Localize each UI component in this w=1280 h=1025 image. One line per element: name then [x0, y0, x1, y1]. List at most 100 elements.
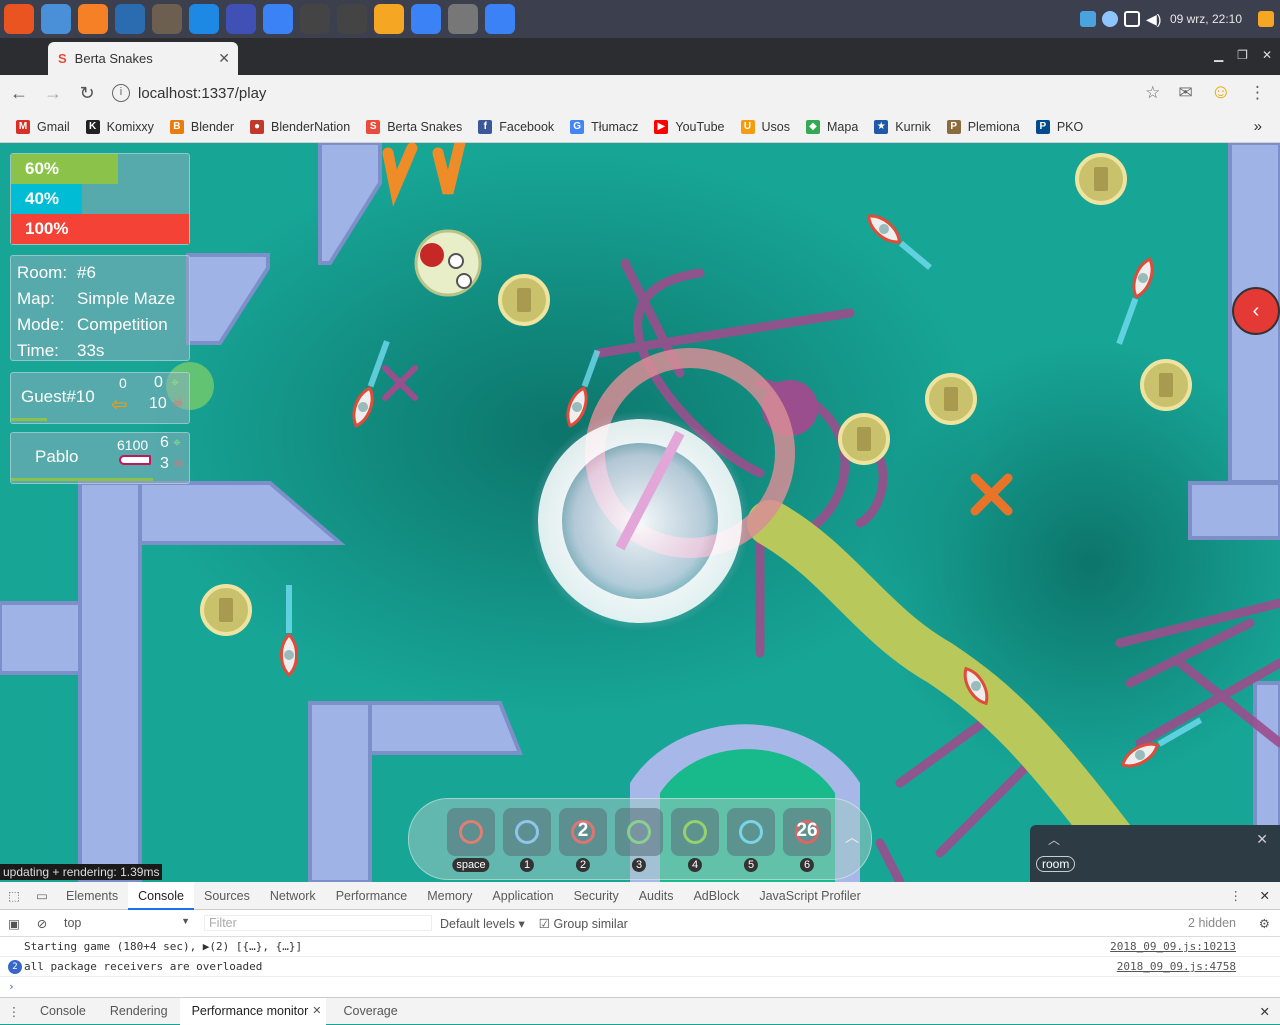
volume-icon[interactable]: ◀) [1146, 11, 1162, 27]
close-window-icon[interactable]: ✕ [1262, 48, 1272, 62]
devtools-tab-network[interactable]: Network [260, 882, 326, 910]
inspect-icon[interactable]: ⬚ [0, 888, 28, 903]
devtools-tab-audits[interactable]: Audits [629, 882, 684, 910]
devtools-tab-application[interactable]: Application [482, 882, 563, 910]
rocket-burst-ability[interactable]: space [447, 808, 495, 872]
bookmark-usos[interactable]: U Usos [740, 119, 790, 134]
devtools-tab-sources[interactable]: Sources [194, 882, 260, 910]
devtools-tab-performance[interactable]: Performance [326, 882, 418, 910]
bookmark-mapa[interactable]: ◆ Mapa [806, 119, 858, 134]
more-bookmarks-icon[interactable]: » [1254, 118, 1262, 135]
devtools-tab-javascript-profiler[interactable]: JavaScript Profiler [749, 882, 870, 910]
filter-input[interactable]: Filter [204, 915, 432, 931]
address-bar[interactable]: i localhost:1337/play [112, 79, 1162, 107]
log-source-link[interactable]: 2018_09_09.js:4758 [1117, 957, 1236, 977]
mail-icon[interactable]: ✉ [1178, 83, 1192, 103]
smiley-icon[interactable] [189, 4, 219, 34]
bookmark-komixxy[interactable]: K Komixxy [85, 119, 154, 134]
console-prompt[interactable]: › [0, 977, 1280, 997]
bookmark-kurnik[interactable]: ★ Kurnik [874, 119, 931, 134]
sublime-s-icon[interactable] [78, 4, 108, 34]
restore-icon[interactable]: ❐ [1237, 48, 1248, 62]
forward-icon[interactable]: → [38, 83, 68, 104]
shield-ability[interactable]: 3 [615, 808, 663, 872]
sublime-icon[interactable] [300, 4, 330, 34]
minimize-icon[interactable]: ▁ [1214, 48, 1223, 62]
device-toolbar-icon[interactable]: ▭ [28, 888, 56, 903]
devtools-tab-elements[interactable]: Elements [56, 882, 128, 910]
bookmark-blendernation[interactable]: ● BlenderNation [249, 119, 350, 134]
console-settings-icon[interactable]: ⚙ [1259, 916, 1270, 931]
log-levels-dropdown[interactable]: Default levels ▾ [440, 916, 525, 931]
files-icon[interactable] [226, 4, 256, 34]
drawer-menu-icon[interactable]: ⋮ [0, 1004, 28, 1019]
log-text: all package receivers are overloaded [24, 960, 263, 973]
arrow-left-icon: ⇦ [111, 394, 128, 416]
bookmark-gmail[interactable]: M Gmail [16, 119, 70, 134]
browser-tab[interactable]: S Berta Snakes ✕ [48, 42, 238, 75]
syringe-ability[interactable]: 4 [671, 808, 719, 872]
ubuntu-icon[interactable] [4, 4, 34, 34]
folder-tray-icon[interactable] [1258, 11, 1274, 27]
clock[interactable]: 09 wrz, 22:10 [1170, 12, 1242, 26]
devtools-tab-console[interactable]: Console [128, 881, 194, 910]
devtools-menu-icon[interactable]: ⋮ [1230, 888, 1243, 903]
terminal-icon[interactable] [337, 4, 367, 34]
reload-icon[interactable]: ↻ [72, 83, 102, 104]
back-arrow-button[interactable]: ‹ [1232, 287, 1280, 335]
game-canvas[interactable]: 60% 40% 100% Room: #6 Map: Simple Maze Mode:… [0, 143, 1280, 882]
chrome-icon[interactable] [263, 4, 293, 34]
network-icon[interactable] [1123, 11, 1140, 27]
drawer-tab-coverage[interactable]: Coverage [332, 998, 410, 1025]
devtools-tab-memory[interactable]: Memory [417, 882, 482, 910]
target-ability[interactable]: 26 6 [783, 808, 831, 872]
drawer-tab-performance-monitor[interactable]: Performance monitor [179, 997, 321, 1025]
close-panel-icon[interactable]: ✕ [1256, 831, 1268, 848]
shot-ability[interactable]: 1 [503, 808, 551, 872]
close-tab-icon[interactable]: ✕ [218, 50, 230, 67]
devtools-tab-adblock[interactable]: AdBlock [683, 882, 749, 910]
context-select[interactable]: top ▼ [56, 916, 196, 930]
tray-app-icon[interactable] [1079, 11, 1096, 27]
menu-kebab-icon[interactable]: ⋮ [1249, 83, 1266, 103]
bookmark-star-icon[interactable]: ☆ [1145, 83, 1160, 103]
room-value: #6 [77, 263, 96, 282]
log-entry: Starting game (180+4 sec), ▶(2) [{…}, {…… [0, 937, 1280, 957]
sidebar-toggle-icon[interactable]: ▣ [0, 916, 28, 931]
back-icon[interactable]: ← [4, 83, 34, 104]
translate-icon: G [570, 119, 585, 134]
group-similar-checkbox[interactable]: ☑ Group similar [539, 916, 628, 931]
bookmark-blender[interactable]: B Blender [169, 119, 234, 134]
hidden-count: 2 hidden [1188, 916, 1236, 930]
bookmark-pko[interactable]: P PKO [1035, 119, 1083, 134]
chrome2-icon[interactable] [411, 4, 441, 34]
expand-chevron-icon[interactable]: ︿ [1048, 831, 1060, 848]
settings-gear-icon[interactable] [448, 4, 478, 34]
devtools-tab-security[interactable]: Security [564, 882, 629, 910]
speed-ability[interactable]: 5 [727, 808, 775, 872]
bookmark-youtube[interactable]: ▶ YouTube [654, 119, 725, 134]
drawer-tab-console[interactable]: Console [28, 998, 98, 1025]
chromium-icon[interactable] [41, 4, 71, 34]
chrome-active-icon[interactable] [485, 4, 515, 34]
site-info-icon[interactable]: i [112, 84, 130, 102]
bookmark-plemiona[interactable]: P Plemiona [946, 119, 1020, 134]
close-drawer-tab-icon[interactable]: ✕ [312, 997, 326, 1025]
log-source-link[interactable]: 2018_09_09.js:10213 [1110, 937, 1236, 957]
collapse-chevron-icon[interactable]: ︿ [845, 827, 859, 847]
clear-console-icon[interactable]: ⊘ [28, 916, 56, 931]
emoji-extension-icon[interactable]: ☺ [1211, 81, 1231, 104]
close-drawer-icon[interactable]: ✕ [1260, 1004, 1270, 1019]
drawer-tab-rendering[interactable]: Rendering [98, 998, 180, 1025]
gimp-icon[interactable] [152, 4, 182, 34]
bookmark-t-umacz[interactable]: G Tłumacz [570, 119, 638, 134]
folder-icon[interactable] [374, 4, 404, 34]
blender-icon[interactable] [115, 4, 145, 34]
bookmark-facebook[interactable]: f Facebook [478, 119, 554, 134]
brightness-icon[interactable] [1101, 11, 1118, 27]
room-tab[interactable]: room [1036, 856, 1076, 872]
bomb-ability[interactable]: 22 [559, 808, 607, 872]
close-devtools-icon[interactable]: ✕ [1260, 888, 1270, 903]
bookmarks-bar: M Gmail K Komixxy B Blender ● BlenderNation S Ber… [0, 111, 1280, 143]
bookmark-berta-snakes[interactable]: S Berta Snakes [366, 119, 462, 134]
